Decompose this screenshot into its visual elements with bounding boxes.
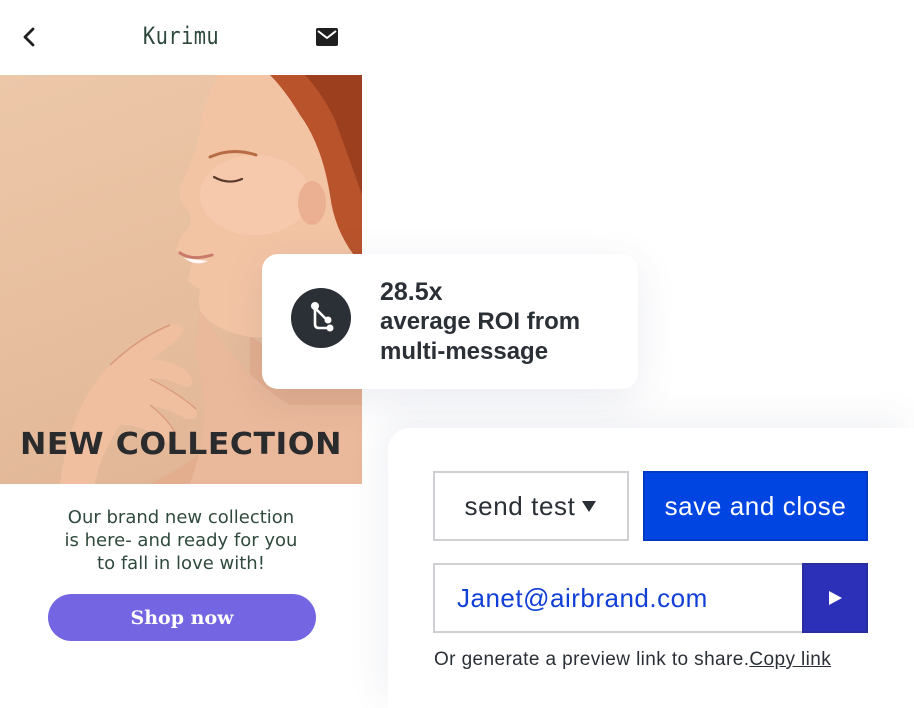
preview-link-label: Or generate a preview link to share. [434, 649, 750, 670]
preview-link-text: Or generate a preview link to share.Copy… [434, 649, 831, 671]
save-and-close-button[interactable]: save and close [643, 471, 868, 541]
roi-description-line: average ROI from [380, 308, 581, 335]
body-line: Our brand new collection [67, 507, 295, 528]
brand-logo: Kurimu [142, 22, 220, 50]
body-line: to fall in love with! [97, 553, 265, 574]
send-test-dropdown[interactable]: send test [433, 471, 629, 541]
roi-value: 28.5x [380, 278, 443, 306]
caret-down-icon [582, 501, 597, 512]
recipient-email-field [433, 563, 868, 633]
copy-link[interactable]: Copy link [749, 649, 831, 670]
email-header: Kurimu [0, 0, 362, 75]
envelope-icon [316, 28, 338, 46]
email-body-copy: Our brand new collection is here- and re… [20, 506, 342, 575]
send-test-email-button[interactable] [802, 563, 868, 633]
test-send-panel: send test save and close Or generate a p… [388, 428, 914, 708]
shop-now-button[interactable]: Shop now [48, 594, 316, 641]
roi-description: average ROI from multi-message [380, 307, 630, 367]
send-test-label: send test [464, 490, 576, 521]
roi-description-line: multi-message [380, 338, 549, 365]
hero-headline: NEW COLLECTION [20, 427, 342, 462]
roi-stat-card: 28.5x average ROI from multi-message [262, 254, 638, 389]
body-line: is here- and ready for you [64, 530, 298, 551]
mail-button[interactable] [315, 27, 339, 47]
play-icon [829, 591, 842, 605]
recipient-email-input[interactable] [435, 565, 802, 631]
branch-flow-icon [291, 288, 351, 348]
